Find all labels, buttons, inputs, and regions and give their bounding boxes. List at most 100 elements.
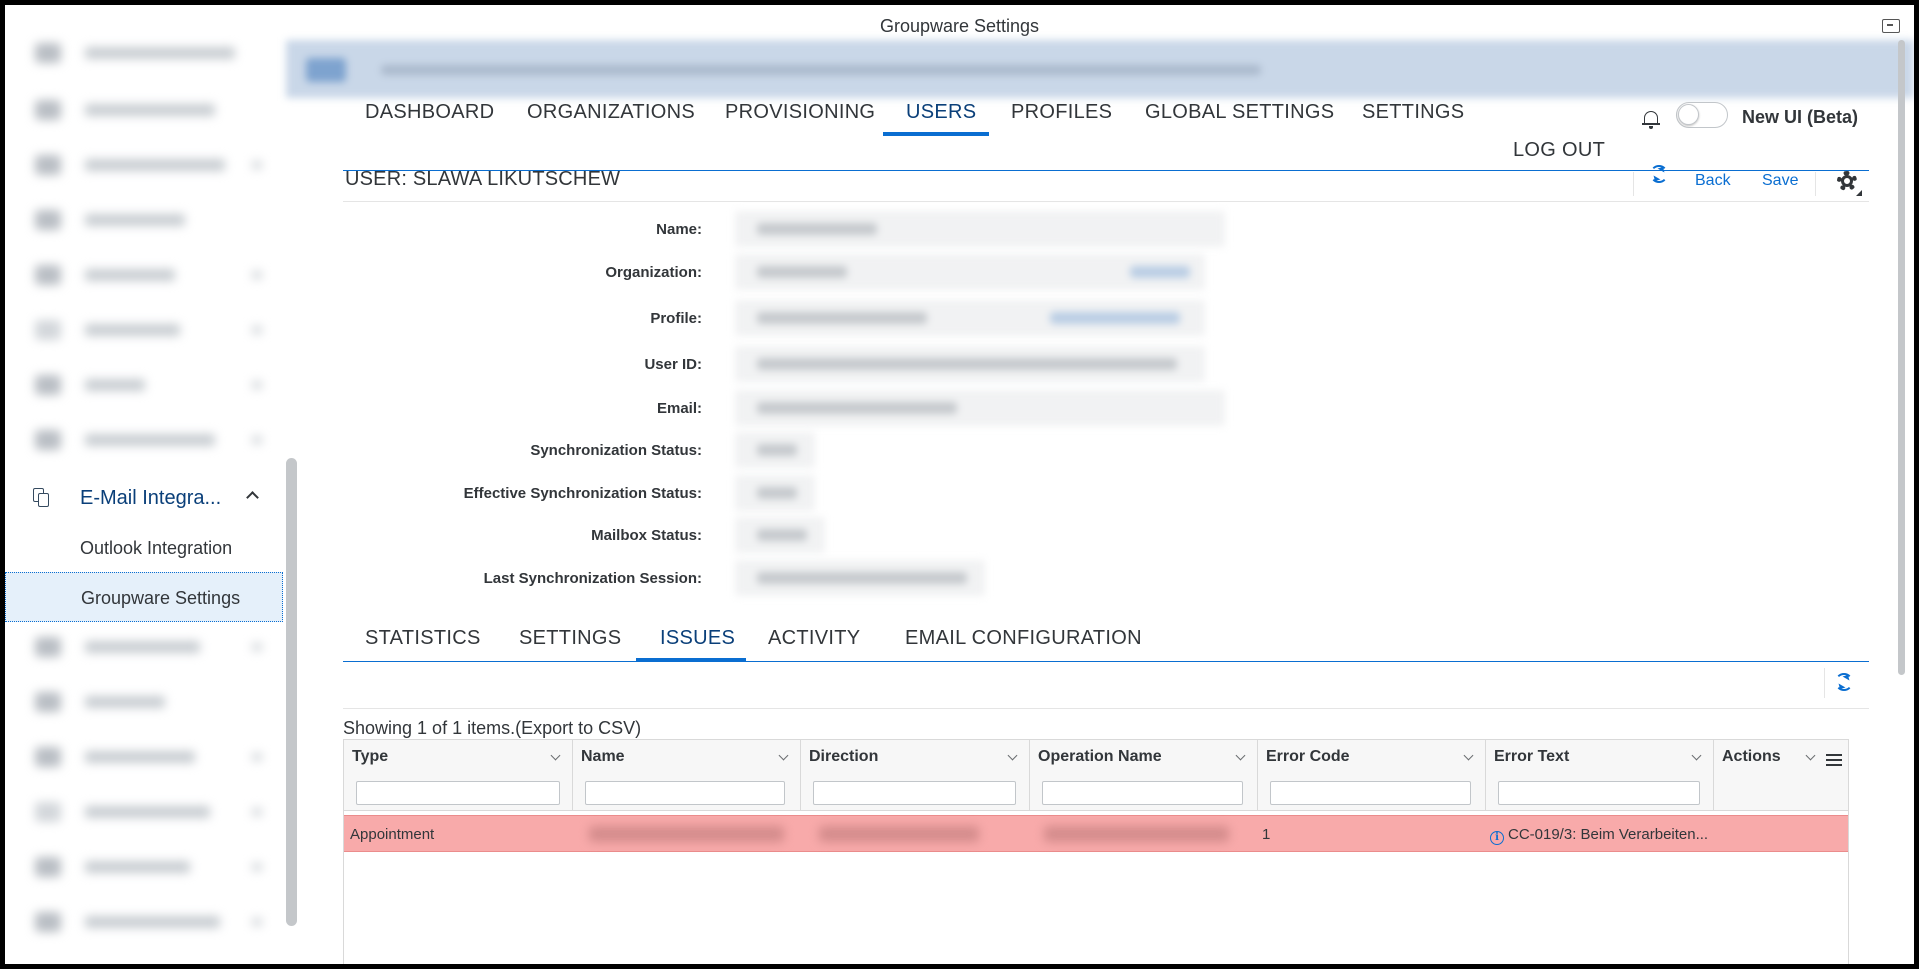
profile-value[interactable] xyxy=(735,300,1205,336)
chevron-down-icon[interactable] xyxy=(550,750,561,761)
column-header-label: Type xyxy=(352,748,389,765)
sync-status-value xyxy=(735,432,815,468)
tab-global-settings[interactable]: GLOBAL SETTINGS xyxy=(1145,101,1334,137)
sidebar-item-label: Groupware Settings xyxy=(81,588,241,608)
hidden-banner xyxy=(286,40,1914,98)
cell-name-hidden xyxy=(589,826,784,842)
column-header-label: Name xyxy=(581,748,625,765)
gear-icon[interactable] xyxy=(1834,168,1862,196)
direction-filter-input[interactable] xyxy=(813,781,1016,805)
subtab-divider xyxy=(343,661,1869,662)
cell-operation-name-hidden xyxy=(1044,826,1229,842)
tab-email-configuration[interactable]: EMAIL CONFIGURATION xyxy=(905,627,1142,650)
column-error-code[interactable]: Error Code xyxy=(1258,740,1486,811)
page-title: USER: SLAWA LIKUTSCHEW xyxy=(345,168,621,190)
column-error-text[interactable]: Error Text xyxy=(1486,740,1714,811)
error-text-value: CC-019/3: Beim Verarbeiten... xyxy=(1508,826,1709,843)
mailbox-status-value xyxy=(735,517,825,553)
refresh-issues-icon[interactable] xyxy=(1835,673,1853,691)
mailbox-status-label: Mailbox Status: xyxy=(591,527,702,544)
tab-statistics[interactable]: STATISTICS xyxy=(365,627,481,650)
effective-sync-status-value xyxy=(735,475,815,511)
error-text-filter-input[interactable] xyxy=(1498,781,1700,805)
exit-fullscreen-icon[interactable] xyxy=(1882,19,1900,33)
tab-issues[interactable]: ISSUES xyxy=(660,627,735,650)
sidebar-item-hidden[interactable] xyxy=(25,853,270,881)
chevron-up-icon[interactable] xyxy=(246,491,259,504)
last-sync-session-value xyxy=(735,560,985,596)
chevron-down-icon[interactable] xyxy=(1235,750,1246,761)
cell-error-text[interactable]: i CC-019/3: Beim Verarbeiten... xyxy=(1490,826,1708,845)
column-operation-name[interactable]: Operation Name xyxy=(1030,740,1258,811)
sidebar-item-groupware-settings[interactable]: Groupware Settings xyxy=(5,572,283,622)
sidebar-item-hidden[interactable] xyxy=(25,798,270,826)
sidebar-item-hidden[interactable] xyxy=(25,426,270,454)
new-ui-toggle[interactable] xyxy=(1676,102,1728,128)
sync-status-label: Synchronization Status: xyxy=(530,442,702,459)
cell-type: Appointment xyxy=(350,826,435,843)
chevron-down-icon[interactable] xyxy=(1805,750,1816,761)
tab-profiles[interactable]: PROFILES xyxy=(1011,101,1112,137)
name-label: Name: xyxy=(656,221,702,238)
refresh-icon[interactable] xyxy=(1650,165,1668,183)
error-code-filter-input[interactable] xyxy=(1270,781,1471,805)
column-menu-icon[interactable] xyxy=(1826,754,1842,766)
back-button[interactable]: Back xyxy=(1695,172,1731,190)
effective-sync-status-label: Effective Synchronization Status: xyxy=(463,485,702,502)
toolbar-separator xyxy=(1824,668,1825,698)
tab-provisioning[interactable]: PROVISIONING xyxy=(725,101,875,137)
name-filter-input[interactable] xyxy=(585,781,785,805)
type-filter-input[interactable] xyxy=(356,781,560,805)
sidebar-item-hidden[interactable] xyxy=(25,908,270,936)
items-count-export-link[interactable]: Showing 1 of 1 items.(Export to CSV) xyxy=(343,718,641,739)
sidebar-item-hidden[interactable] xyxy=(25,206,270,234)
column-type[interactable]: Type xyxy=(344,740,573,811)
sidebar-item-outlook-integration[interactable]: Outlook Integration xyxy=(5,523,283,573)
sidebar-item-hidden[interactable] xyxy=(25,688,270,716)
toolbar-separator xyxy=(1633,172,1634,196)
column-direction[interactable]: Direction xyxy=(801,740,1030,811)
info-icon[interactable]: i xyxy=(1490,831,1504,845)
sidebar-item-hidden[interactable] xyxy=(25,371,270,399)
sidebar-item-hidden[interactable] xyxy=(25,261,270,289)
tab-user-settings[interactable]: SETTINGS xyxy=(519,627,621,650)
app-window: Groupware Settings E-Mail Integra... Out… xyxy=(5,5,1914,964)
main-scrollbar[interactable] xyxy=(1898,40,1905,675)
sidebar-item-hidden[interactable] xyxy=(25,96,270,124)
window-title: Groupware Settings xyxy=(879,16,1040,36)
column-header-label: Error Code xyxy=(1266,748,1350,765)
tab-organizations[interactable]: ORGANIZATIONS xyxy=(527,101,695,137)
sidebar-item-hidden[interactable] xyxy=(25,151,270,179)
chevron-down-icon[interactable] xyxy=(1691,750,1702,761)
tab-dashboard[interactable]: DASHBOARD xyxy=(365,101,494,137)
table-header: Type Name Direction Operation Name Error xyxy=(344,740,1848,811)
organization-value[interactable] xyxy=(735,254,1205,290)
tab-settings[interactable]: SETTINGS xyxy=(1362,101,1464,137)
user-id-value xyxy=(735,346,1205,382)
sidebar-item-hidden[interactable] xyxy=(25,316,270,344)
chevron-down-icon[interactable] xyxy=(778,750,789,761)
copy-icon xyxy=(33,488,51,508)
logout-button[interactable]: LOG OUT xyxy=(1513,139,1605,162)
tab-activity[interactable]: ACTIVITY xyxy=(768,627,860,650)
column-name[interactable]: Name xyxy=(573,740,801,811)
sidebar-scrollbar[interactable] xyxy=(286,458,297,926)
operation-name-filter-input[interactable] xyxy=(1042,781,1243,805)
toggle-knob xyxy=(1678,104,1699,125)
chevron-down-icon[interactable] xyxy=(1463,750,1474,761)
user-id-label: User ID: xyxy=(644,356,702,373)
sidebar-item-hidden[interactable] xyxy=(25,743,270,771)
column-header-label: Error Text xyxy=(1494,748,1570,765)
sidebar: E-Mail Integra... Outlook Integration Gr… xyxy=(5,29,290,959)
chevron-down-icon[interactable] xyxy=(1007,750,1018,761)
bell-icon[interactable] xyxy=(1642,109,1660,129)
email-label: Email: xyxy=(656,400,702,417)
name-value xyxy=(735,211,1225,247)
column-actions[interactable]: Actions xyxy=(1714,740,1848,811)
sidebar-item-hidden[interactable] xyxy=(25,39,270,67)
sidebar-group-email-integration[interactable]: E-Mail Integra... xyxy=(5,474,290,520)
table-row[interactable]: Appointment 1 i CC-019/3: Beim Verarbeite… xyxy=(344,815,1848,852)
cell-direction-hidden xyxy=(819,826,979,842)
save-button[interactable]: Save xyxy=(1762,172,1798,190)
sidebar-item-hidden[interactable] xyxy=(25,633,270,661)
